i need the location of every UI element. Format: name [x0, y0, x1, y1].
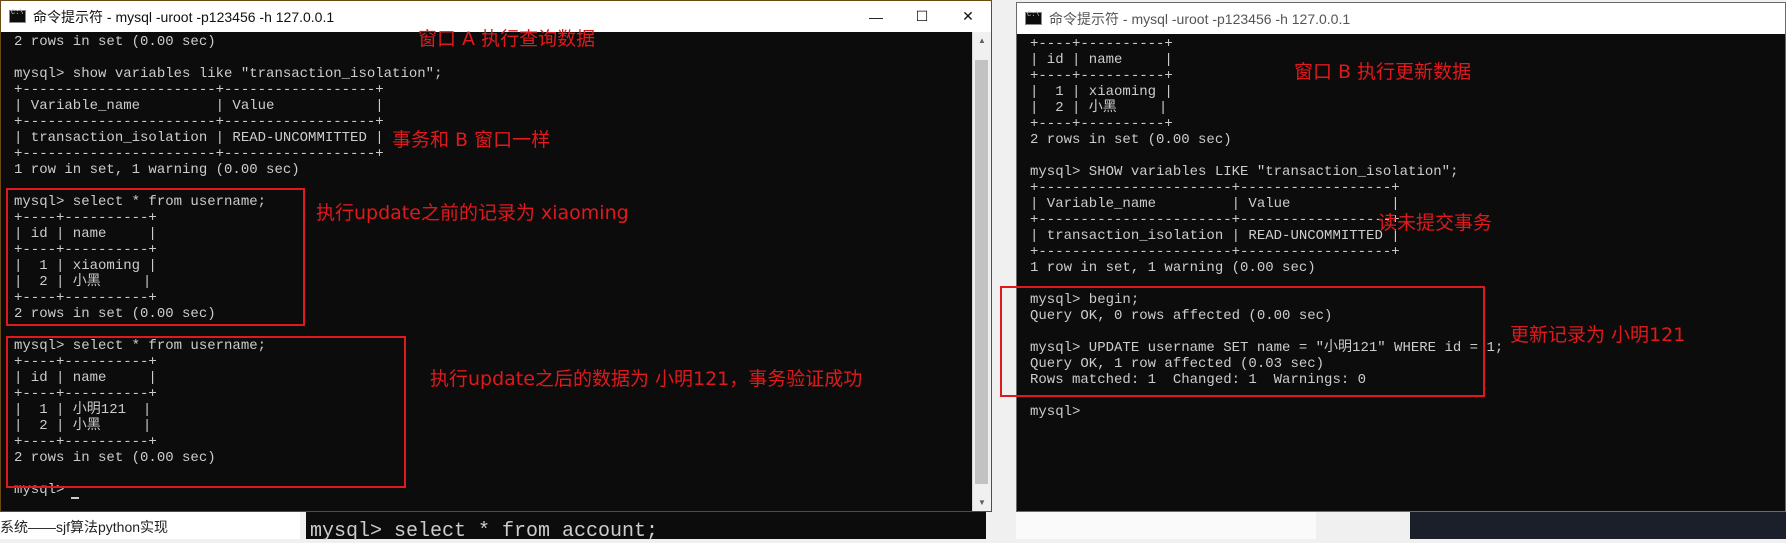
scroll-down-arrow-icon[interactable]: ▼	[973, 494, 991, 511]
highlight-box-window-b-update	[1000, 286, 1485, 397]
terminal-icon	[9, 9, 26, 23]
console-b-title: 命令提示符 - mysql -uroot -p123456 -h 127.0.0…	[1049, 10, 1351, 27]
console-line: +----+----------+	[1030, 116, 1173, 132]
console-line: | transaction_isolation | READ-UNCOMMITT…	[1030, 228, 1400, 244]
console-line: mysql> SHOW variables LIKE "transaction_…	[1030, 164, 1459, 180]
console-line: | 2 | 小黑 |	[1030, 100, 1168, 116]
text-cursor	[71, 497, 79, 499]
console-line: 2 rows in set (0.00 sec)	[14, 34, 216, 50]
console-a-scrollbar[interactable]: ▲ ▼	[972, 32, 991, 511]
console-line: | 1 | xiaoming |	[1030, 84, 1173, 100]
minimize-button[interactable]: —	[853, 1, 899, 32]
annotation-read-uncommitted: 读未提交事务	[1378, 212, 1493, 234]
scrollbar-thumb[interactable]	[975, 60, 988, 484]
annotation-window-a-query: 窗口 A 执行查询数据	[418, 28, 596, 50]
console-line: +----+----------+	[1030, 36, 1173, 52]
background-page-bottom-right	[1016, 512, 1316, 539]
annotation-record-updated: 更新记录为 小明121	[1510, 324, 1686, 346]
background-article-link[interactable]: 系统——sjf算法python实现	[0, 517, 168, 537]
console-line: 1 row in set, 1 warning (0.00 sec)	[14, 162, 300, 178]
console-line: +----+----------+	[1030, 68, 1173, 84]
annotation-window-b-update: 窗口 B 执行更新数据	[1294, 61, 1472, 83]
console-line: +-----------------------+---------------…	[1030, 212, 1400, 228]
console-line: | transaction_isolation | READ-UNCOMMITT…	[14, 130, 384, 146]
highlight-box-before-update	[6, 188, 305, 326]
background-panel-right	[1410, 512, 1786, 539]
annotation-same-isolation: 事务和 B 窗口一样	[392, 129, 551, 151]
close-button[interactable]: ✕	[945, 1, 991, 32]
console-line: | Variable_name | Value |	[14, 98, 384, 114]
console-line: +-----------------------+---------------…	[14, 82, 384, 98]
console-b-output[interactable]: +----+----------+ | id | name | +----+----…	[1017, 34, 1785, 511]
console-line: +-----------------------+---------------…	[14, 114, 384, 130]
console-line: mysql> show variables like "transaction_…	[14, 66, 443, 82]
scroll-up-arrow-icon[interactable]: ▲	[973, 32, 991, 49]
console-line: +-----------------------+---------------…	[1030, 180, 1400, 196]
console-line: | id | name |	[1030, 52, 1173, 68]
console-line: 2 rows in set (0.00 sec)	[1030, 132, 1232, 148]
console-line: | Variable_name | Value |	[1030, 196, 1400, 212]
maximize-button[interactable]: ☐	[899, 1, 945, 32]
terminal-icon	[1025, 11, 1042, 25]
console-line: +-----------------------+---------------…	[14, 146, 384, 162]
console-line: +-----------------------+---------------…	[1030, 244, 1400, 260]
background-terminal-text: mysql> select * from account;	[310, 520, 659, 543]
console-line: mysql>	[1030, 404, 1081, 420]
annotation-after-update: 执行update之后的数据为 小明121，事务验证成功	[430, 368, 863, 390]
console-b-titlebar[interactable]: 命令提示符 - mysql -uroot -p123456 -h 127.0.0…	[1017, 3, 1785, 34]
annotation-before-update: 执行update之前的记录为 xiaoming	[316, 202, 629, 224]
highlight-box-after-update	[6, 336, 406, 488]
console-a-title: 命令提示符 - mysql -uroot -p123456 -h 127.0.0…	[33, 8, 335, 25]
console-line: 1 row in set, 1 warning (0.00 sec)	[1030, 260, 1316, 276]
